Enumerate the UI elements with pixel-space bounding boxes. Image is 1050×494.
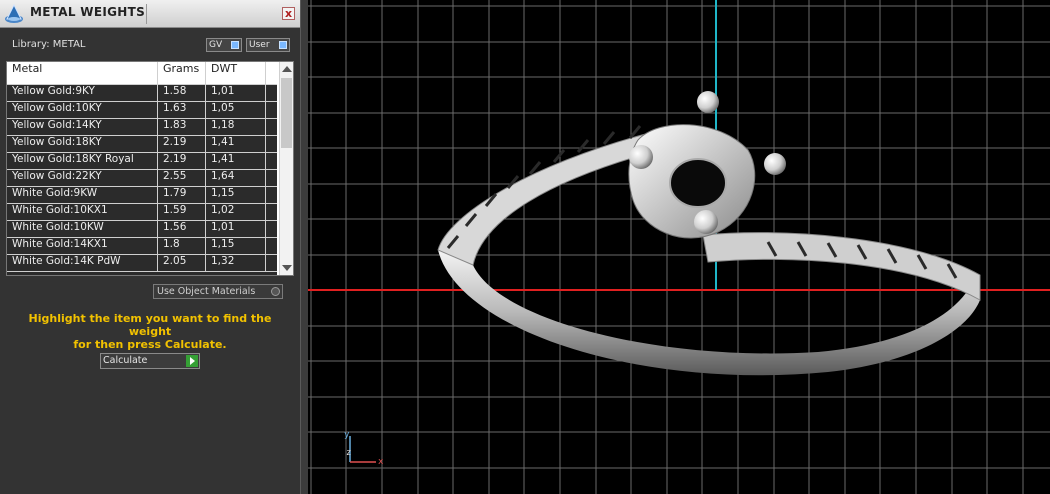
dwt-cell: 1,01 (206, 85, 266, 101)
table-header: Metal Grams DWT (7, 62, 277, 85)
table-row[interactable]: Yellow Gold:9KY 1.58 1,01 (7, 85, 277, 102)
ring-head-opening (669, 158, 727, 208)
viewport-canvas (308, 0, 1050, 494)
gizmo-x-label: x (378, 457, 384, 467)
gizmo-z-label: z (346, 448, 352, 458)
calculate-button[interactable]: Calculate (100, 353, 200, 369)
column-header-metal[interactable]: Metal (7, 62, 158, 84)
scroll-up-arrow-icon[interactable] (282, 66, 292, 72)
dwt-cell: 1,18 (206, 119, 266, 135)
instruction-line-2: for then press Calculate. (73, 338, 227, 351)
metal-cell: White Gold:14K PdW (7, 255, 158, 271)
grams-cell: 2.19 (158, 136, 206, 152)
table-row[interactable]: White Gold:14KX1 1.8 1,15 (7, 238, 277, 255)
app-logo-icon (5, 3, 23, 23)
user-toggle-label: User (249, 40, 270, 50)
toggle-switch-icon (231, 41, 239, 49)
instruction-line-1: Highlight the item you want to find the … (28, 312, 272, 338)
metal-cell: Yellow Gold:10KY (7, 102, 158, 118)
table-body: Yellow Gold:9KY 1.58 1,01 Yellow Gold:10… (7, 85, 277, 275)
viewport-grid (308, 0, 1050, 494)
metal-cell: Yellow Gold:22KY (7, 170, 158, 186)
dwt-cell: 1,05 (206, 102, 266, 118)
gv-toggle-label: GV (209, 40, 223, 50)
calculate-label: Calculate (103, 355, 148, 366)
dwt-cell: 1,41 (206, 136, 266, 152)
prong-top (697, 91, 719, 113)
dwt-cell: 1,15 (206, 187, 266, 203)
gv-toggle[interactable]: GV (206, 38, 242, 52)
panel-titlebar[interactable]: METAL WEIGHTS x (0, 0, 300, 28)
grams-cell: 1.79 (158, 187, 206, 203)
title-separator (146, 4, 147, 24)
grams-cell: 1.58 (158, 85, 206, 101)
close-button[interactable]: x (282, 7, 295, 20)
grams-cell: 1.56 (158, 221, 206, 237)
table-scrollbar[interactable] (279, 62, 293, 275)
metal-cell: Yellow Gold:14KY (7, 119, 158, 135)
table-row[interactable]: Yellow Gold:10KY 1.63 1,05 (7, 102, 277, 119)
grams-cell: 1.8 (158, 238, 206, 254)
panel-title: METAL WEIGHTS (30, 5, 146, 19)
table-row-partial[interactable] (7, 272, 277, 275)
instruction-text: Highlight the item you want to find the … (10, 312, 290, 351)
column-header-grams[interactable]: Grams (158, 62, 206, 84)
grams-cell: 2.05 (158, 255, 206, 271)
metal-cell: Yellow Gold:9KY (7, 85, 158, 101)
grams-cell: 2.19 (158, 153, 206, 169)
metal-cell: White Gold:9KW (7, 187, 158, 203)
table-row[interactable]: Yellow Gold:18KY 2.19 1,41 (7, 136, 277, 153)
prong-bottom (694, 210, 718, 234)
dwt-cell: 1,32 (206, 255, 266, 271)
metal-cell: White Gold:14KX1 (7, 238, 158, 254)
prong-left (629, 145, 653, 169)
table-row[interactable]: Yellow Gold:14KY 1.83 1,18 (7, 119, 277, 136)
table-row[interactable]: White Gold:10KX1 1.59 1,02 (7, 204, 277, 221)
grams-cell: 1.83 (158, 119, 206, 135)
use-object-materials-option[interactable]: Use Object Materials (153, 284, 283, 299)
metal-weights-panel: METAL WEIGHTS x Library: METAL GV User M… (0, 0, 300, 494)
grams-cell: 1.59 (158, 204, 206, 220)
table-row[interactable]: Yellow Gold:18KY Royal 2.19 1,41 (7, 153, 277, 170)
use-object-materials-label: Use Object Materials (157, 286, 256, 297)
metal-cell: White Gold:10KX1 (7, 204, 158, 220)
table-row[interactable]: Yellow Gold:22KY 2.55 1,64 (7, 170, 277, 187)
dwt-cell: 1,64 (206, 170, 266, 186)
toggle-switch-icon (279, 41, 287, 49)
user-toggle[interactable]: User (246, 38, 290, 52)
dwt-cell: 1,41 (206, 153, 266, 169)
dwt-cell: 1,02 (206, 204, 266, 220)
library-label: Library: METAL (12, 39, 86, 50)
scroll-down-arrow-icon[interactable] (282, 265, 292, 271)
metal-weights-table: Metal Grams DWT Yellow Gold:9KY 1.58 1,0… (6, 61, 294, 276)
play-arrow-icon (186, 355, 198, 367)
gizmo-y-label: y (344, 430, 350, 440)
metal-cell: Yellow Gold:18KY Royal (7, 153, 158, 169)
radio-button-icon[interactable] (271, 287, 280, 296)
grams-cell: 2.55 (158, 170, 206, 186)
scroll-thumb[interactable] (281, 78, 292, 148)
prong-right (764, 153, 786, 175)
table-row[interactable]: White Gold:9KW 1.79 1,15 (7, 187, 277, 204)
grams-cell: 1.63 (158, 102, 206, 118)
metal-cell: Yellow Gold:18KY (7, 136, 158, 152)
table-row[interactable]: White Gold:14K PdW 2.05 1,32 (7, 255, 277, 272)
axis-gizmo: y z x (340, 430, 390, 470)
table-row[interactable]: White Gold:10KW 1.56 1,01 (7, 221, 277, 238)
ring-model[interactable] (437, 91, 981, 376)
column-header-dwt[interactable]: DWT (206, 62, 266, 84)
dwt-cell: 1,01 (206, 221, 266, 237)
dwt-cell: 1,15 (206, 238, 266, 254)
ring-band-left (437, 131, 661, 266)
panel-splitter[interactable] (300, 0, 308, 494)
3d-viewport[interactable] (308, 0, 1050, 494)
metal-cell: White Gold:10KW (7, 221, 158, 237)
